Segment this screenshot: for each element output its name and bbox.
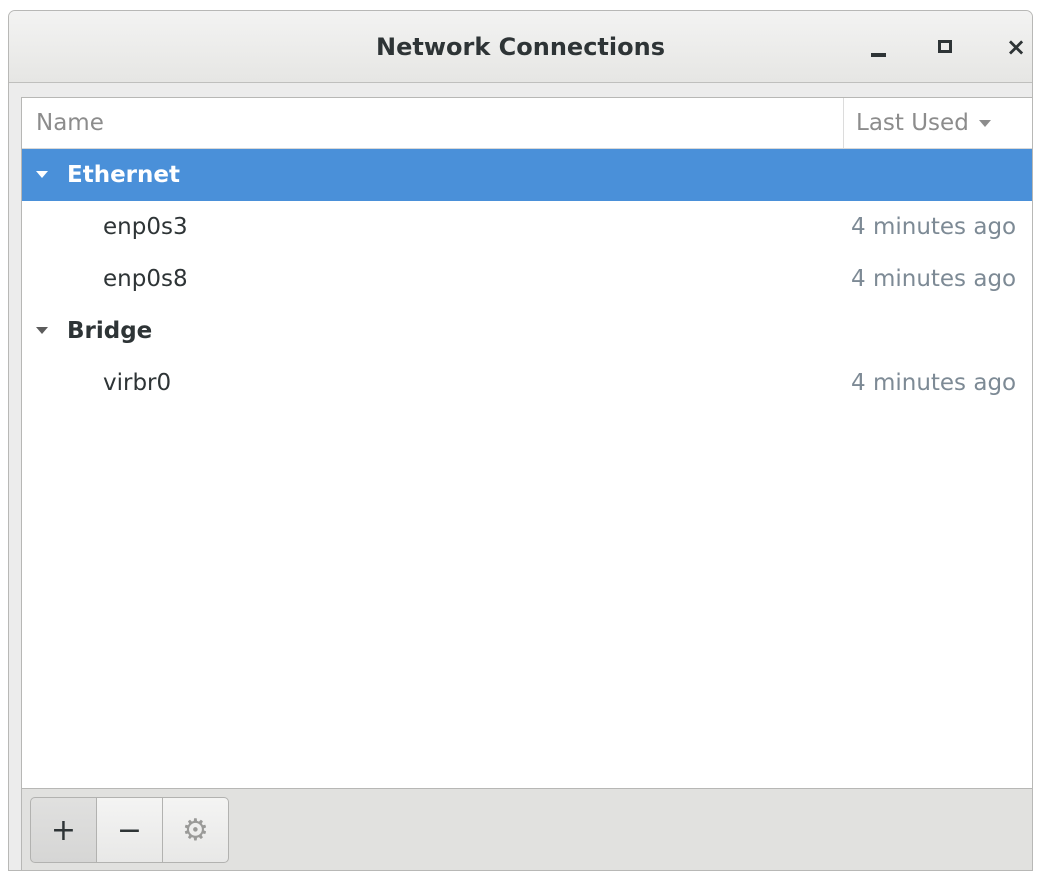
connection-row-virbr0[interactable]: virbr0 4 minutes ago (22, 357, 1032, 409)
add-connection-button[interactable]: + (30, 797, 97, 863)
connections-list[interactable]: Name Last Used Ethernet enp0s3 4 minutes… (21, 97, 1032, 789)
group-label: Bridge (67, 318, 153, 344)
connection-name: enp0s8 (103, 266, 188, 292)
maximize-icon (938, 40, 952, 53)
column-header-last-used-label: Last Used (856, 110, 969, 136)
connection-last-used: 4 minutes ago (851, 214, 1017, 240)
close-button[interactable]: × (998, 29, 1032, 65)
connection-name: virbr0 (103, 370, 172, 396)
group-label: Ethernet (67, 162, 180, 188)
minus-icon: − (116, 812, 143, 848)
expander-arrow-icon[interactable] (36, 327, 48, 334)
column-header-last-used[interactable]: Last Used (856, 98, 991, 149)
edit-connection-button[interactable]: ⚙ (162, 797, 229, 863)
minimize-icon (871, 53, 886, 57)
bottom-toolbar: + − ⚙ (21, 789, 1032, 870)
expander-arrow-icon[interactable] (36, 171, 48, 178)
connection-row-enp0s3[interactable]: enp0s3 4 minutes ago (22, 201, 1032, 253)
list-header: Name Last Used (22, 98, 1032, 149)
column-header-name[interactable]: Name (36, 98, 104, 149)
sort-descending-icon (978, 120, 991, 127)
connection-row-enp0s8[interactable]: enp0s8 4 minutes ago (22, 253, 1032, 305)
maximize-button[interactable] (926, 29, 962, 65)
close-icon: × (1005, 33, 1027, 61)
remove-connection-button[interactable]: − (96, 797, 163, 863)
connection-name: enp0s3 (103, 214, 188, 240)
toolbar-button-group: + − ⚙ (30, 797, 229, 863)
group-row-ethernet[interactable]: Ethernet (22, 149, 1032, 201)
minimize-button[interactable] (861, 29, 897, 65)
network-connections-window: Network Connections × Name Last Used Eth… (8, 10, 1033, 871)
plus-icon: + (50, 812, 77, 848)
group-row-bridge[interactable]: Bridge (22, 305, 1032, 357)
connection-last-used: 4 minutes ago (851, 370, 1017, 396)
titlebar[interactable]: Network Connections × (9, 11, 1032, 83)
column-divider (843, 98, 844, 148)
gear-icon: ⚙ (182, 812, 209, 848)
connection-last-used: 4 minutes ago (851, 266, 1017, 292)
